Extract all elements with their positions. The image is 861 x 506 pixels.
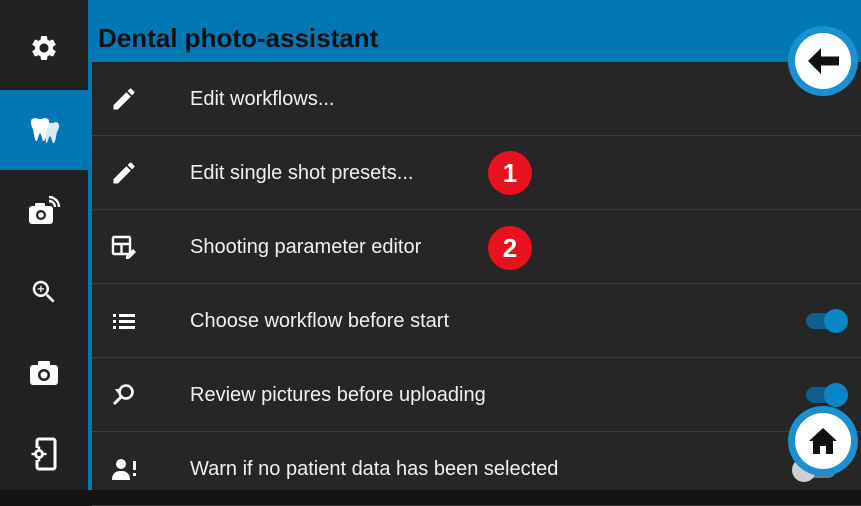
zoom-in-icon	[32, 280, 55, 303]
search-refresh-icon	[112, 384, 134, 406]
sidebar-item-device-settings[interactable]	[0, 414, 88, 494]
sidebar-item-teeth[interactable]	[0, 90, 88, 170]
list-item-edit-single-shot-presets[interactable]: Edit single shot presets... 1	[92, 136, 861, 210]
device-settings-icon	[31, 437, 57, 471]
home-button-face	[795, 413, 851, 469]
page-title: Dental photo-assistant	[98, 23, 379, 53]
sidebar-item-settings[interactable]	[0, 8, 88, 88]
gear-icon	[32, 36, 56, 60]
annotation-badge-2: 2	[488, 226, 532, 270]
list-item-edit-workflows[interactable]: Edit workflows...	[92, 62, 861, 136]
back-button[interactable]	[788, 26, 858, 96]
list-item-warn-no-patient[interactable]: Warn if no patient data has been selecte…	[92, 432, 861, 506]
pencil-icon	[113, 88, 135, 110]
back-button-face	[795, 33, 851, 89]
pencil-icon	[113, 162, 135, 184]
settings-list: Edit workflows... Edit single shot prese…	[92, 62, 861, 506]
list-item-review-pictures[interactable]: Review pictures before uploading	[92, 358, 861, 432]
list-item-label: Choose workflow before start	[190, 310, 450, 332]
sidebar-item-zoom[interactable]	[0, 252, 88, 332]
home-icon	[809, 428, 837, 454]
teeth-icon	[30, 118, 60, 144]
camera-wireless-icon	[29, 196, 61, 224]
sidebar	[0, 0, 88, 490]
table-edit-icon	[111, 235, 136, 259]
list-icon	[113, 314, 135, 329]
list-item-label: Warn if no patient data has been selecte…	[190, 458, 559, 480]
review-pictures-toggle[interactable]	[802, 381, 848, 409]
toggle-knob	[824, 309, 848, 333]
list-item-label: Shooting parameter editor	[190, 236, 422, 258]
list-item-shooting-parameter-editor[interactable]: Shooting parameter editor 2	[92, 210, 861, 284]
sidebar-item-camera[interactable]	[0, 332, 88, 412]
list-item-label: Edit workflows...	[190, 88, 335, 110]
annotation-badge-1: 1	[488, 151, 532, 195]
toggle-knob	[824, 383, 848, 407]
arrow-left-icon	[808, 48, 839, 74]
list-item-choose-workflow[interactable]: Choose workflow before start	[92, 284, 861, 358]
list-item-label: Edit single shot presets...	[190, 162, 414, 184]
home-button[interactable]	[788, 406, 858, 476]
list-item-label: Review pictures before uploading	[190, 384, 486, 406]
person-alert-icon	[112, 459, 136, 480]
camera-icon	[30, 361, 58, 385]
choose-workflow-toggle[interactable]	[802, 307, 848, 335]
sidebar-item-wireless-camera[interactable]	[0, 172, 88, 252]
